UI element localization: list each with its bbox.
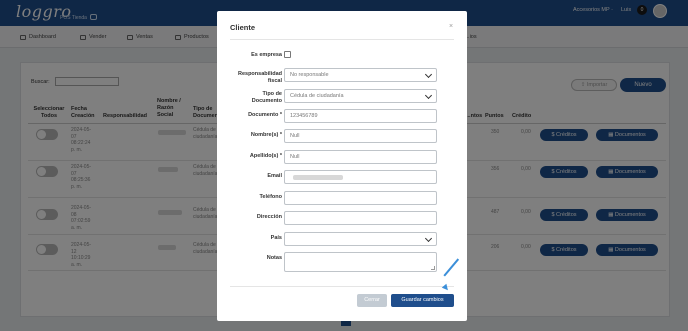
close-icon[interactable]: × — [449, 23, 453, 30]
apellidos-label: Apellido(s) * — [249, 153, 282, 159]
notas-textarea[interactable] — [284, 252, 437, 272]
tipo-doc-label: Tipo de Documento — [251, 91, 282, 104]
telefono-label: Teléfono — [259, 194, 282, 200]
apellidos-field[interactable]: Null — [284, 150, 437, 164]
documento-label: Documento * — [248, 112, 282, 118]
notas-label: Notas — [266, 255, 282, 261]
modal-footer-divider — [230, 286, 454, 287]
guardar-cambios-button[interactable]: Guardar cambios — [391, 294, 454, 307]
pais-label: País — [270, 235, 282, 241]
telefono-field[interactable] — [284, 191, 437, 205]
email-redacted — [293, 175, 343, 180]
tipo-doc-value: Cédula de ciudadanía — [290, 93, 344, 99]
nombres-label: Nombre(s) * — [250, 132, 282, 138]
client-modal: Cliente × Es empresa Responsabilidad fis… — [217, 11, 467, 321]
resize-handle-icon[interactable] — [431, 266, 435, 270]
documento-field[interactable]: 123456789 — [284, 109, 437, 123]
email-label: Email — [267, 173, 282, 179]
resp-fiscal-label: Responsabilidad fiscal — [237, 71, 282, 84]
resp-fiscal-select[interactable]: No responsable — [284, 68, 437, 82]
es-empresa-label: Es empresa — [251, 52, 282, 58]
es-empresa-checkbox[interactable] — [284, 51, 291, 58]
modal-header-divider — [230, 39, 454, 40]
tipo-doc-select[interactable]: Cédula de ciudadanía — [284, 89, 437, 103]
resp-fiscal-value: No responsable — [290, 72, 329, 78]
modal-title: Cliente — [230, 23, 256, 32]
pais-select[interactable] — [284, 232, 437, 246]
direccion-label: Dirección — [256, 214, 282, 220]
cerrar-button[interactable]: Cerrar — [357, 294, 387, 307]
direccion-field[interactable] — [284, 211, 437, 225]
nombres-field[interactable]: Null — [284, 129, 437, 143]
email-field[interactable] — [284, 170, 437, 184]
